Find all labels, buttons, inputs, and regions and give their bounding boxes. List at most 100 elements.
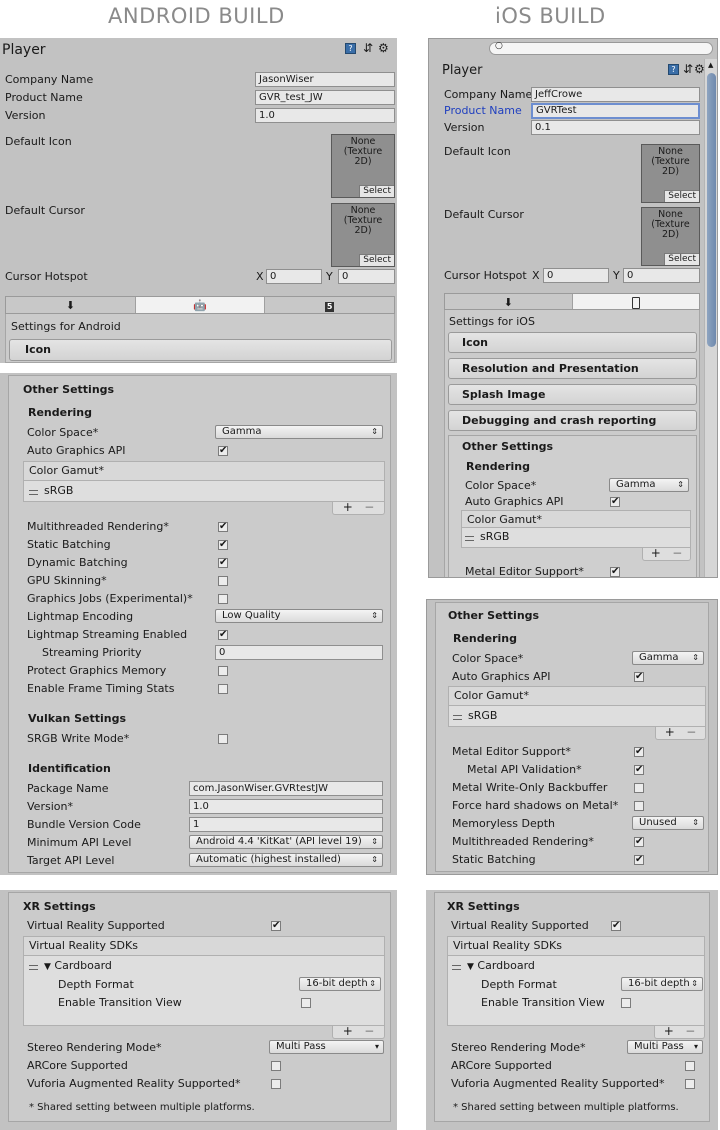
product-name-field[interactable]: GVR_test_JW xyxy=(255,90,395,105)
company-name-field[interactable]: JeffCrowe xyxy=(531,87,700,102)
streaming-priority-field[interactable]: 0 xyxy=(215,645,383,660)
lightmap-streaming-checkbox[interactable]: ✔ xyxy=(218,630,228,640)
company-name-field[interactable]: JasonWiser xyxy=(255,72,395,87)
texture-select-button[interactable]: Select xyxy=(359,254,394,266)
gear-icon[interactable]: ⚙ xyxy=(694,63,705,75)
metal-api-validation-checkbox[interactable]: ✔ xyxy=(634,765,644,775)
metal-editor-support-checkbox[interactable]: ✔ xyxy=(610,567,620,577)
static-batching-checkbox[interactable]: ✔ xyxy=(634,855,644,865)
version-field[interactable]: 1.0 xyxy=(255,108,395,123)
icon-section-header[interactable]: Icon xyxy=(448,332,697,353)
icon-section-header[interactable]: Icon xyxy=(9,339,392,361)
vuforia-supported-checkbox[interactable] xyxy=(271,1079,281,1089)
preset-sliders-icon[interactable]: ⇵ xyxy=(363,42,373,54)
tab-android[interactable]: 🤖 xyxy=(135,297,266,313)
other-settings-header[interactable]: Other Settings xyxy=(462,440,553,453)
frame-timing-stats-checkbox[interactable] xyxy=(218,684,228,694)
tab-ios[interactable] xyxy=(572,294,699,309)
texture-select-button[interactable]: Select xyxy=(359,185,394,197)
default-icon-texture-slot[interactable]: None (Texture 2D) Select xyxy=(641,144,700,203)
scrollbar[interactable]: ▲ xyxy=(704,59,717,577)
auto-graphics-api-checkbox[interactable]: ✔ xyxy=(218,446,228,456)
hotspot-x-field[interactable]: 0 xyxy=(266,269,322,284)
color-space-dropdown[interactable]: Gamma ⇕ xyxy=(632,651,704,665)
scrollbar-thumb[interactable] xyxy=(707,73,716,347)
minimum-api-level-dropdown[interactable]: Android 4.4 'KitKat' (API level 19) ⇕ xyxy=(189,835,383,849)
graphics-jobs-checkbox[interactable] xyxy=(218,594,228,604)
color-gamut-item[interactable]: sRGB xyxy=(468,709,497,722)
bundle-version-code-field[interactable]: 1 xyxy=(189,817,383,832)
default-cursor-texture-slot[interactable]: None (Texture 2D) Select xyxy=(331,203,395,267)
package-name-field[interactable]: com.JasonWiser.GVRtestJW xyxy=(189,781,383,796)
hotspot-y-field[interactable]: 0 xyxy=(338,269,395,284)
texture-select-button[interactable]: Select xyxy=(664,190,699,202)
minus-icon[interactable]: − xyxy=(672,546,682,560)
version-field[interactable]: 0.1 xyxy=(531,120,700,135)
target-api-level-dropdown[interactable]: Automatic (highest installed) ⇕ xyxy=(189,853,383,867)
transition-view-checkbox[interactable] xyxy=(301,998,311,1008)
other-settings-header[interactable]: Other Settings xyxy=(23,383,114,396)
lightmap-encoding-dropdown[interactable]: Low Quality ⇕ xyxy=(215,609,383,623)
drag-handle-icon[interactable] xyxy=(453,715,462,720)
minus-icon[interactable]: − xyxy=(364,1024,374,1038)
stereo-rendering-mode-dropdown[interactable]: Multi Pass ▾ xyxy=(269,1040,384,1054)
depth-format-dropdown[interactable]: 16-bit depth ⇕ xyxy=(621,977,703,991)
vuforia-supported-checkbox[interactable] xyxy=(685,1079,695,1089)
scroll-up-arrow-icon[interactable]: ▲ xyxy=(708,61,713,69)
color-gamut-item[interactable]: sRGB xyxy=(480,530,509,543)
stereo-rendering-mode-dropdown[interactable]: Multi Pass ▾ xyxy=(627,1040,703,1054)
tab-standalone[interactable]: ⬇ xyxy=(6,297,136,313)
plus-icon[interactable]: + xyxy=(343,1024,353,1038)
auto-graphics-api-checkbox[interactable]: ✔ xyxy=(634,672,644,682)
color-gamut-item[interactable]: sRGB xyxy=(44,484,73,497)
gpu-skinning-checkbox[interactable] xyxy=(218,576,228,586)
hotspot-y-field[interactable]: 0 xyxy=(623,268,700,283)
cardboard-foldout[interactable]: ▼ Cardboard xyxy=(467,959,535,972)
transition-view-checkbox[interactable] xyxy=(621,998,631,1008)
cardboard-foldout[interactable]: ▼ Cardboard xyxy=(44,959,112,972)
auto-graphics-api-checkbox[interactable]: ✔ xyxy=(610,497,620,507)
memoryless-depth-dropdown[interactable]: Unused ⇕ xyxy=(632,816,704,830)
protect-graphics-memory-checkbox[interactable] xyxy=(218,666,228,676)
preset-sliders-icon[interactable]: ⇵ xyxy=(683,63,693,75)
tab-webgl[interactable]: 5 xyxy=(265,297,394,313)
minus-icon[interactable]: − xyxy=(685,1024,695,1038)
arcore-supported-checkbox[interactable] xyxy=(271,1061,281,1071)
multithreaded-rendering-checkbox[interactable]: ✔ xyxy=(218,522,228,532)
dynamic-batching-checkbox[interactable]: ✔ xyxy=(218,558,228,568)
debugging-section-header[interactable]: Debugging and crash reporting xyxy=(448,410,697,431)
drag-handle-icon[interactable] xyxy=(452,965,461,970)
drag-handle-icon[interactable] xyxy=(465,536,474,541)
static-batching-checkbox[interactable]: ✔ xyxy=(218,540,228,550)
plus-icon[interactable]: + xyxy=(343,500,353,514)
default-icon-texture-slot[interactable]: None (Texture 2D) Select xyxy=(331,134,395,198)
xr-settings-header[interactable]: XR Settings xyxy=(23,900,96,913)
minus-icon[interactable]: − xyxy=(686,725,696,739)
splash-section-header[interactable]: Splash Image xyxy=(448,384,697,405)
other-settings-header[interactable]: Other Settings xyxy=(448,609,539,622)
minus-icon[interactable]: − xyxy=(364,500,374,514)
search-input[interactable]: ○ xyxy=(489,41,713,55)
help-book-icon[interactable]: ? xyxy=(668,64,679,75)
color-space-dropdown[interactable]: Gamma ⇕ xyxy=(215,425,383,439)
metal-write-only-checkbox[interactable] xyxy=(634,783,644,793)
force-hard-shadows-checkbox[interactable] xyxy=(634,801,644,811)
help-book-icon[interactable]: ? xyxy=(345,43,356,54)
depth-format-dropdown[interactable]: 16-bit depth ⇕ xyxy=(299,977,381,991)
arcore-supported-checkbox[interactable] xyxy=(685,1061,695,1071)
plus-icon[interactable]: + xyxy=(651,546,661,560)
hotspot-x-field[interactable]: 0 xyxy=(543,268,609,283)
srgb-write-mode-checkbox[interactable] xyxy=(218,734,228,744)
color-space-dropdown[interactable]: Gamma ⇕ xyxy=(609,478,689,492)
texture-select-button[interactable]: Select xyxy=(664,253,699,265)
vr-supported-checkbox[interactable]: ✔ xyxy=(271,921,281,931)
product-name-field[interactable]: GVRTest xyxy=(531,103,700,119)
resolution-section-header[interactable]: Resolution and Presentation xyxy=(448,358,697,379)
gear-icon[interactable]: ⚙ xyxy=(378,42,389,54)
drag-handle-icon[interactable] xyxy=(29,965,38,970)
tab-standalone[interactable]: ⬇ xyxy=(445,294,573,309)
metal-editor-support-checkbox[interactable]: ✔ xyxy=(634,747,644,757)
multithreaded-rendering-checkbox[interactable]: ✔ xyxy=(634,837,644,847)
drag-handle-icon[interactable] xyxy=(29,490,38,495)
plus-icon[interactable]: + xyxy=(664,1024,674,1038)
